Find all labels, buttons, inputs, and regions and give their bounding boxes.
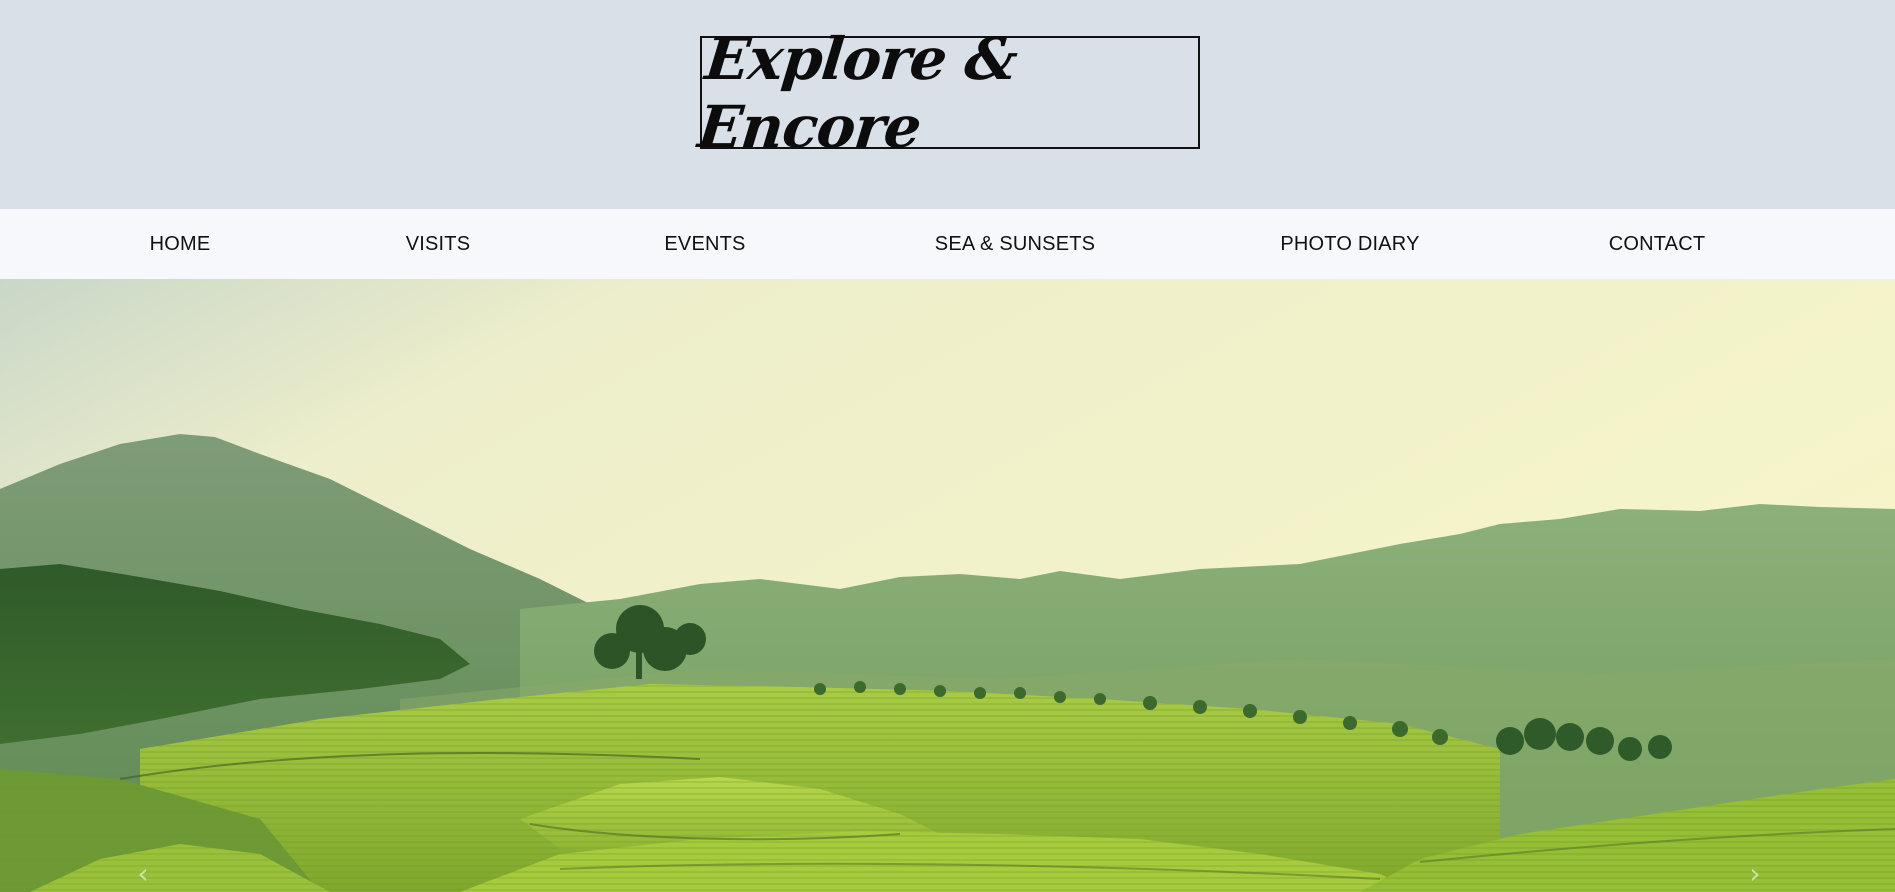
- slider-prev-button[interactable]: ‹: [128, 856, 158, 890]
- nav-item-visits[interactable]: VISITS: [378, 209, 498, 279]
- slider-next-button[interactable]: ›: [1740, 856, 1770, 890]
- nav-item-photo-diary[interactable]: PHOTO DIARY: [1260, 209, 1440, 279]
- hero-slider: ‹ ›: [0, 279, 1895, 892]
- site-logo[interactable]: Explore & Encore: [695, 25, 1200, 161]
- chevron-right-icon: ›: [1749, 856, 1761, 890]
- logo-text: Explore & Encore: [694, 24, 1021, 161]
- nav-item-events[interactable]: EVENTS: [645, 209, 765, 279]
- site-header: Explore & Encore: [0, 0, 1895, 209]
- nav-item-contact[interactable]: CONTACT: [1597, 209, 1717, 279]
- landscape-photo: [0, 279, 1895, 892]
- nav-item-sea-sunsets[interactable]: SEA & SUNSETS: [925, 209, 1105, 279]
- main-nav: HOME VISITS EVENTS SEA & SUNSETS PHOTO D…: [0, 209, 1895, 279]
- chevron-left-icon: ‹: [137, 856, 149, 890]
- nav-item-home[interactable]: HOME: [120, 209, 240, 279]
